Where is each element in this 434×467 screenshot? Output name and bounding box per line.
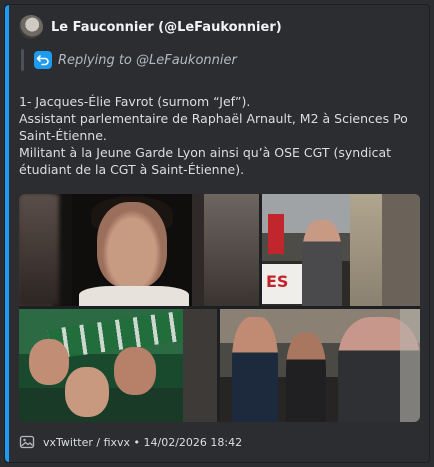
author-name[interactable]: Le Fauconnier (@LeFaukonnier) [51, 20, 282, 35]
photo-demonstration-banner[interactable]: ES [262, 194, 420, 306]
footer-text: vxTwitter / fixvx • 14/02/2026 18:42 [43, 435, 243, 449]
photo-portrait[interactable] [19, 194, 259, 306]
media-gallery: ES [19, 194, 420, 422]
embed-author[interactable]: Le Fauconnier (@LeFaukonnier) [19, 15, 282, 39]
reply-text: Replying to @LeFaukonnier [58, 52, 237, 68]
banner-text: ES [266, 272, 289, 291]
image-icon [19, 434, 35, 450]
embed-description: 1- Jacques-Élie Favrot (surnom “Jef”). A… [19, 94, 408, 177]
reply-arrow-icon [34, 51, 52, 69]
reply-indicator: Replying to @LeFaukonnier [34, 49, 237, 71]
author-avatar[interactable] [19, 15, 43, 39]
photo-football-crowd[interactable] [19, 309, 217, 422]
embed-footer: vxTwitter / fixvx • 14/02/2026 18:42 [19, 433, 242, 451]
tweet-embed: Le Fauconnier (@LeFaukonnier) Replying t… [4, 4, 430, 463]
quote-line [21, 49, 24, 71]
photo-street-group[interactable] [220, 309, 420, 422]
embed-accent-bar [5, 5, 9, 462]
